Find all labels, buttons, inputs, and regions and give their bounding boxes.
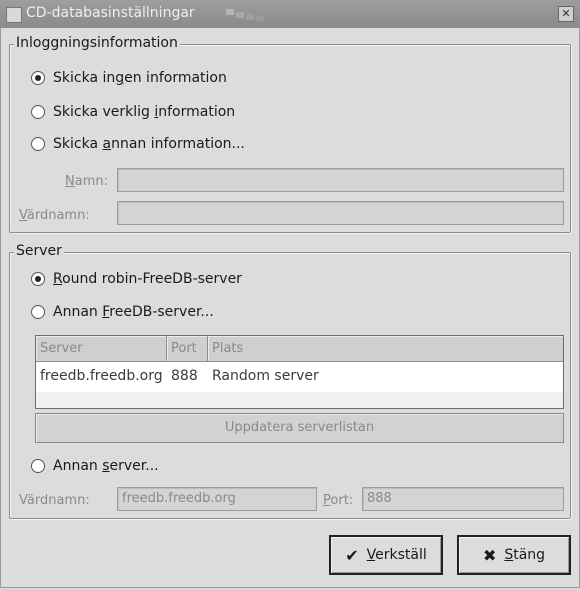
radio-send-other-info[interactable]: Skicka annan information... bbox=[31, 136, 245, 152]
radio-other-freedb[interactable]: Annan FreeDB-server... bbox=[31, 304, 214, 320]
radio-round-robin[interactable]: Round robin-FreeDB-server bbox=[31, 271, 242, 287]
column-header-server[interactable]: Server bbox=[36, 336, 167, 362]
apply-label: Verkställ bbox=[366, 547, 427, 563]
radio-other-server[interactable]: Annan server... bbox=[31, 458, 159, 474]
radio-button[interactable] bbox=[31, 71, 45, 85]
server-hostname-label: Värdnamn: bbox=[19, 493, 90, 508]
port-label: Port: bbox=[323, 493, 354, 508]
radio-button[interactable] bbox=[31, 137, 45, 151]
radio-label: Round robin-FreeDB-server bbox=[53, 271, 242, 287]
close-icon[interactable]: ✕ bbox=[558, 6, 574, 22]
radio-button[interactable] bbox=[31, 272, 45, 286]
window-title: CD-databasinställningar bbox=[26, 5, 195, 21]
close-button[interactable]: ✖ Stäng bbox=[457, 535, 571, 575]
table-row[interactable]: freedb.freedb.org 888 Random server bbox=[36, 366, 563, 388]
radio-button[interactable] bbox=[31, 459, 45, 473]
radio-send-real-info[interactable]: Skicka verklig information bbox=[31, 104, 235, 120]
column-header-place[interactable]: Plats bbox=[208, 336, 563, 362]
server-hostname-field[interactable]: freedb.freedb.org bbox=[117, 487, 317, 511]
hostname-field[interactable] bbox=[117, 201, 564, 225]
close-x-icon: ✖ bbox=[482, 545, 497, 565]
window-menu-icon[interactable] bbox=[6, 7, 22, 23]
radio-label: Annan server... bbox=[53, 458, 159, 474]
cell-server: freedb.freedb.org bbox=[40, 368, 163, 384]
column-header-port[interactable]: Port bbox=[167, 336, 208, 362]
server-label: Server bbox=[14, 243, 64, 259]
dialog-window: Inloggningsinformation Skicka ingen info… bbox=[0, 28, 580, 588]
radio-button[interactable] bbox=[31, 305, 45, 319]
server-list[interactable]: Server Port Plats freedb.freedb.org 888 … bbox=[35, 335, 564, 409]
login-info-label: Inloggningsinformation bbox=[14, 35, 180, 51]
radio-send-no-info[interactable]: Skicka ingen information bbox=[31, 70, 227, 86]
close-label: Stäng bbox=[504, 547, 546, 563]
radio-label: Skicka verklig information bbox=[53, 104, 236, 120]
title-bar: CD-databasinställningar ✕ bbox=[0, 0, 580, 29]
radio-label: Skicka annan information... bbox=[53, 136, 245, 152]
titlebar-decoration-icon bbox=[226, 9, 264, 21]
radio-label: Skicka ingen information bbox=[53, 70, 227, 86]
checkmark-icon: ✔ bbox=[345, 545, 359, 565]
radio-button[interactable] bbox=[31, 105, 45, 119]
cell-port: 888 bbox=[171, 368, 198, 384]
name-label: Namn: bbox=[65, 174, 108, 189]
name-field[interactable] bbox=[117, 168, 564, 192]
update-server-list-button[interactable]: Uppdatera serverlistan bbox=[35, 413, 564, 443]
port-field[interactable]: 888 bbox=[362, 487, 564, 511]
list-empty-area bbox=[36, 392, 563, 408]
cell-place: Random server bbox=[212, 368, 319, 384]
hostname-label: Värdnamn: bbox=[19, 208, 90, 223]
apply-button[interactable]: ✔ Verkställ bbox=[329, 535, 443, 575]
radio-label: Annan FreeDB-server... bbox=[53, 304, 214, 320]
server-list-header: Server Port Plats bbox=[36, 336, 563, 362]
